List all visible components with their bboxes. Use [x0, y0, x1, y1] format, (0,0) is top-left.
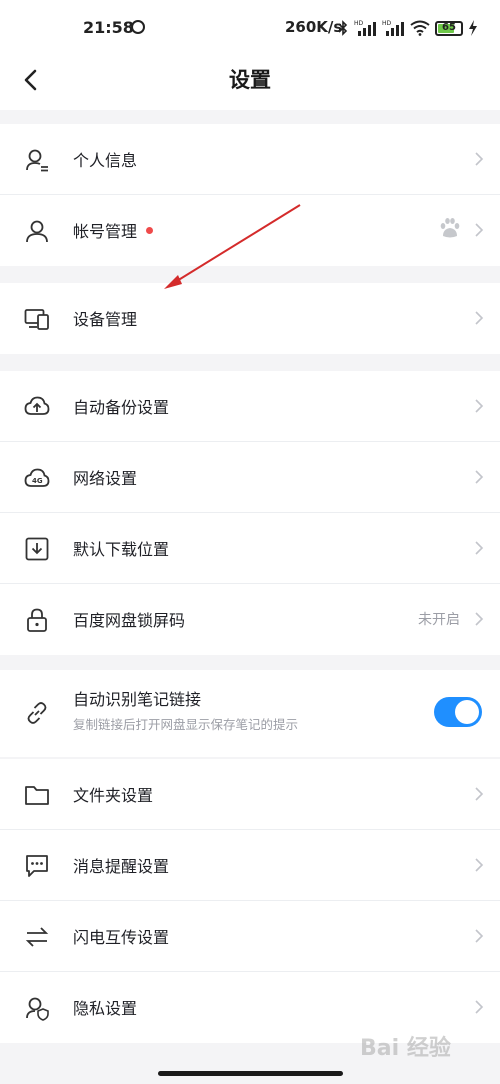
chevron-right-icon	[475, 612, 484, 626]
transfer-icon	[25, 927, 49, 947]
row-auto-backup[interactable]: 自动备份设置	[0, 371, 500, 442]
message-icon	[26, 855, 48, 877]
row-label-text: 帐号管理	[73, 222, 138, 241]
charging-icon	[469, 20, 477, 36]
chevron-right-icon	[475, 311, 484, 325]
row-account[interactable]: 帐号管理	[0, 195, 500, 266]
row-lock-code[interactable]: 百度网盘锁屏码 未开启	[0, 584, 500, 655]
chevron-right-icon	[475, 858, 484, 872]
row-message-settings[interactable]: 消息提醒设置	[0, 830, 500, 901]
row-value: 未开启	[418, 612, 460, 628]
folder-icon	[25, 786, 49, 805]
watermark: Bai 经验	[360, 1036, 451, 1061]
baidu-paw-icon	[440, 218, 460, 238]
chevron-right-icon	[475, 223, 484, 237]
status-time: 21:58	[83, 18, 134, 37]
settings-group-misc: 文件夹设置 消息提醒设置 闪电互传设置 隐私设置	[0, 759, 500, 1043]
note-link-toggle[interactable]	[434, 697, 482, 727]
row-label: 隐私设置	[73, 999, 138, 1018]
chevron-right-icon	[475, 152, 484, 166]
toggle-knob	[455, 700, 479, 724]
chevron-right-icon	[475, 541, 484, 555]
wifi-icon	[410, 20, 430, 36]
row-network[interactable]: 4G 网络设置	[0, 442, 500, 513]
battery-percent: 65	[442, 22, 456, 33]
chevron-right-icon	[475, 787, 484, 801]
chevron-right-icon	[475, 470, 484, 484]
personal-info-icon	[26, 149, 48, 172]
svg-text:4G: 4G	[32, 477, 43, 485]
battery-icon: 65	[435, 21, 463, 36]
network-4g-icon: 4G	[24, 468, 50, 487]
home-indicator[interactable]	[158, 1071, 343, 1076]
settings-group-account: 个人信息 帐号管理	[0, 124, 500, 266]
row-transfer-settings[interactable]: 闪电互传设置	[0, 901, 500, 972]
status-bar: 21:58 260K/s HD HD 65	[0, 0, 500, 56]
row-label: 消息提醒设置	[73, 857, 170, 876]
hd-signal-icon: HD	[354, 20, 376, 36]
status-icons: HD HD	[338, 18, 430, 38]
settings-group-devices: 设备管理	[0, 283, 500, 354]
row-folder-settings[interactable]: 文件夹设置	[0, 759, 500, 830]
hd-signal-icon: HD	[382, 20, 404, 36]
settings-group-storage: 自动备份设置 4G 网络设置 默认下载位置 百度网盘锁屏码 未开启	[0, 371, 500, 655]
red-dot-badge	[146, 227, 154, 234]
row-download-location[interactable]: 默认下载位置	[0, 513, 500, 584]
row-personal-info[interactable]: 个人信息	[0, 124, 500, 195]
settings-group-notes: 自动识别笔记链接 复制链接后打开网盘显示保存笔记的提示	[0, 670, 500, 757]
network-speed: 260K/s	[285, 18, 343, 36]
row-label: 设备管理	[73, 310, 138, 329]
row-label: 个人信息	[73, 151, 138, 170]
row-device-management[interactable]: 设备管理	[0, 283, 500, 354]
row-label: 默认下载位置	[73, 540, 170, 559]
row-label: 自动备份设置	[73, 398, 170, 417]
bluetooth-icon	[338, 20, 348, 36]
link-icon	[27, 702, 47, 724]
clock-app-icon	[131, 20, 145, 34]
row-label: 百度网盘锁屏码	[73, 611, 186, 630]
row-label: 文件夹设置	[73, 786, 154, 805]
header-bar: 设置	[0, 56, 500, 110]
row-label: 帐号管理	[73, 218, 154, 242]
svg-text:HD: HD	[382, 20, 392, 27]
privacy-icon	[26, 997, 49, 1021]
chevron-right-icon	[475, 1000, 484, 1014]
row-label: 网络设置	[73, 469, 138, 488]
svg-text:HD: HD	[354, 20, 364, 27]
devices-icon	[24, 309, 49, 330]
lock-icon	[27, 608, 47, 632]
chevron-right-icon	[475, 929, 484, 943]
row-label: 闪电互传设置	[73, 928, 170, 947]
row-note-link: 自动识别笔记链接 复制链接后打开网盘显示保存笔记的提示	[0, 670, 500, 757]
page-title: 设置	[229, 68, 271, 92]
row-subtitle: 复制链接后打开网盘显示保存笔记的提示	[73, 717, 299, 732]
account-icon	[26, 220, 48, 243]
download-icon	[25, 537, 49, 561]
chevron-right-icon	[475, 399, 484, 413]
cloud-upload-icon	[24, 396, 50, 415]
row-label: 自动识别笔记链接	[73, 690, 202, 709]
